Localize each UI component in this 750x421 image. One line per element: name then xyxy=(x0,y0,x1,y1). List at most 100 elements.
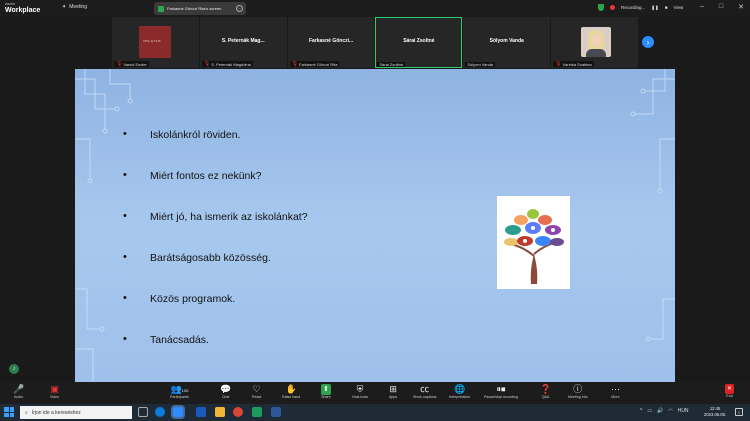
participant-name: S. Peternák Magdolna xyxy=(211,61,251,67)
participant-tile[interactable]: 🎙 Várinka Szabina xyxy=(551,17,638,68)
gallery-next-button[interactable]: › xyxy=(642,36,654,48)
word-doc-icon[interactable] xyxy=(271,407,281,417)
captions-button[interactable]: ㏄ Show captions xyxy=(413,384,436,400)
video-button[interactable]: ▣ Video xyxy=(50,384,59,400)
pause-stop-icon: ⏸⏹ xyxy=(496,384,506,394)
share-pill-text: Farkasné Gönczi Rita's screen xyxy=(167,6,222,11)
participant-display-name: Sólyom Vanda xyxy=(489,38,524,44)
raise-hand-button[interactable]: ✋ Raise hand xyxy=(282,384,300,400)
chat-button[interactable]: 💬 Chat xyxy=(220,384,231,400)
windows-taskbar: ⌕ Írjon ide a kereséshez ^ ▭ 🔊 ◠ HUN 12:… xyxy=(0,404,750,421)
mic-muted-icon: 🎙 xyxy=(203,61,211,67)
participants-count: 120 xyxy=(181,388,189,393)
participant-tile[interactable]: S. Peternák Mag... 🎙 S. Peternák Magdolna xyxy=(199,17,287,68)
shield-icon: ⛨ xyxy=(356,384,364,394)
participants-button[interactable]: 👥120 Participants xyxy=(170,384,189,400)
chrome-icon[interactable] xyxy=(233,407,243,417)
meeting-info-button[interactable]: ⓘ Meeting info xyxy=(568,384,588,400)
face xyxy=(591,34,602,46)
participants-label: Participants xyxy=(170,395,189,399)
chevron-up-icon[interactable]: ^ xyxy=(640,408,642,414)
participant-display-name: Sárai Zsoltné xyxy=(403,38,435,44)
hand-icon: ✋ xyxy=(285,384,297,394)
speaker-icon[interactable]: 🔊 xyxy=(657,408,663,414)
pause-icon[interactable]: ❚❚ xyxy=(651,5,659,11)
video-off-icon: ▣ xyxy=(50,384,59,394)
bullet-item: Iskolánkról röviden. xyxy=(123,128,308,170)
shared-screen-slide: Iskolánkról röviden. Miért fontos ez nek… xyxy=(75,69,675,382)
more-label: More xyxy=(611,395,620,399)
recording-label: Pause/stop recording xyxy=(484,395,518,399)
participant-tile[interactable]: Farkasné Gönczi... 🎙 Farkasné Gönczi Rita xyxy=(287,17,375,68)
heart-icon: ♡ xyxy=(252,384,261,394)
meeting-label: Meeting xyxy=(69,4,87,10)
apps-icon: ⊞ xyxy=(389,384,397,394)
meeting-toolbar: 🎤 Audio ▣ Video 👥120 Participants 💬 Chat… xyxy=(0,382,750,404)
close-icon[interactable]: ✕ xyxy=(738,3,744,11)
zoom-app-icon[interactable] xyxy=(171,405,185,419)
qa-icon: ❓ xyxy=(540,384,552,394)
task-view-icon[interactable] xyxy=(138,407,148,417)
brand-big: Workplace xyxy=(5,7,41,14)
participant-name: Sólyom Vanda xyxy=(467,62,494,67)
view-button[interactable]: View xyxy=(674,5,684,10)
edge-icon[interactable] xyxy=(155,407,165,417)
slide-bullet-list: Iskolánkról röviden. Miért fontos ez nek… xyxy=(123,128,308,375)
app-badge-icon[interactable]: ♪ xyxy=(9,364,19,374)
status-area: Recording... ❚❚ ■ View xyxy=(598,4,683,11)
bullet-item: Barátságosabb közösség. xyxy=(123,251,308,293)
host-tools-button[interactable]: ⛨ Host tools xyxy=(352,384,368,400)
captions-label: Show captions xyxy=(413,395,437,399)
minimize-icon[interactable]: – xyxy=(700,3,704,11)
excel-icon[interactable] xyxy=(252,407,262,417)
participant-name: Varsói Eszter xyxy=(123,61,147,67)
network-icon[interactable]: ▭ xyxy=(647,408,652,414)
participant-label: Sárai Zsoltné xyxy=(377,62,406,67)
maximize-icon[interactable]: □ xyxy=(719,3,723,11)
share-button[interactable]: ⬆ Share xyxy=(321,384,331,400)
react-label: React xyxy=(252,395,262,399)
system-tray: ^ ▭ 🔊 ◠ HUN xyxy=(640,408,689,414)
participants-icon: 👥120 xyxy=(170,384,189,394)
share-options-icon[interactable]: ⋯ xyxy=(236,5,243,12)
file-explorer-icon[interactable] xyxy=(215,407,225,417)
interpretation-button[interactable]: 🌐 Interpretation xyxy=(449,384,470,400)
mic-muted-icon: 🎤 xyxy=(13,384,25,394)
word-icon[interactable] xyxy=(196,407,206,417)
more-button[interactable]: ⋯ More xyxy=(611,384,620,400)
participant-tile[interactable]: Sólyom Vanda Sólyom Vanda xyxy=(463,17,551,68)
tree-logo-icon xyxy=(504,209,564,284)
share-screen-icon xyxy=(158,5,164,12)
participant-label: 🎙 S. Peternák Magdolna xyxy=(201,61,253,67)
participant-name: Sárai Zsoltné xyxy=(379,62,404,67)
mic-muted-icon: 🎙 xyxy=(116,61,123,67)
participant-video xyxy=(581,27,612,57)
participant-tile-active-speaker[interactable]: Sárai Zsoltné Sárai Zsoltné xyxy=(375,17,463,68)
end-call-icon: ✕ xyxy=(725,384,735,394)
stop-icon[interactable]: ■ xyxy=(665,5,668,10)
windows-start-icon[interactable] xyxy=(4,407,14,417)
screen-share-indicator[interactable]: Farkasné Gönczi Rita's screen ⋯ xyxy=(154,2,246,15)
apps-label: Apps xyxy=(389,395,398,399)
notification-icon[interactable]: ≡ xyxy=(735,408,743,416)
wifi-icon[interactable]: ◠ xyxy=(668,408,672,414)
qa-button[interactable]: ❓ Q&A xyxy=(540,384,551,400)
interpretation-label: Interpretation xyxy=(449,395,471,399)
meeting-tab[interactable]: ✦ Meeting xyxy=(62,4,87,10)
recording-button[interactable]: ⏸⏹ Pause/stop recording xyxy=(484,384,518,400)
react-button[interactable]: ♡ React xyxy=(252,384,261,400)
language-indicator[interactable]: HUN xyxy=(678,408,689,414)
mic-muted-icon: 🎙 xyxy=(555,61,562,67)
taskbar-search-input[interactable]: ⌕ Írjon ide a kereséshez xyxy=(20,406,132,419)
apps-button[interactable]: ⊞ Apps xyxy=(389,384,397,400)
end-button[interactable]: ✕ End xyxy=(725,384,735,399)
participant-tile[interactable]: VITE ALTIUS 🎙 Varsói Eszter xyxy=(112,17,199,68)
chat-icon: 💬 xyxy=(220,384,232,394)
search-icon: ⌕ xyxy=(25,409,28,416)
taskbar-clock[interactable]: 12:45 2023.06.06. xyxy=(704,406,726,418)
audio-button[interactable]: 🎤 Audio xyxy=(13,384,24,400)
more-icon: ⋯ xyxy=(611,384,620,394)
end-label: End xyxy=(726,394,733,398)
recording-label[interactable]: Recording... xyxy=(621,5,645,10)
info-icon: ⓘ xyxy=(573,384,583,394)
